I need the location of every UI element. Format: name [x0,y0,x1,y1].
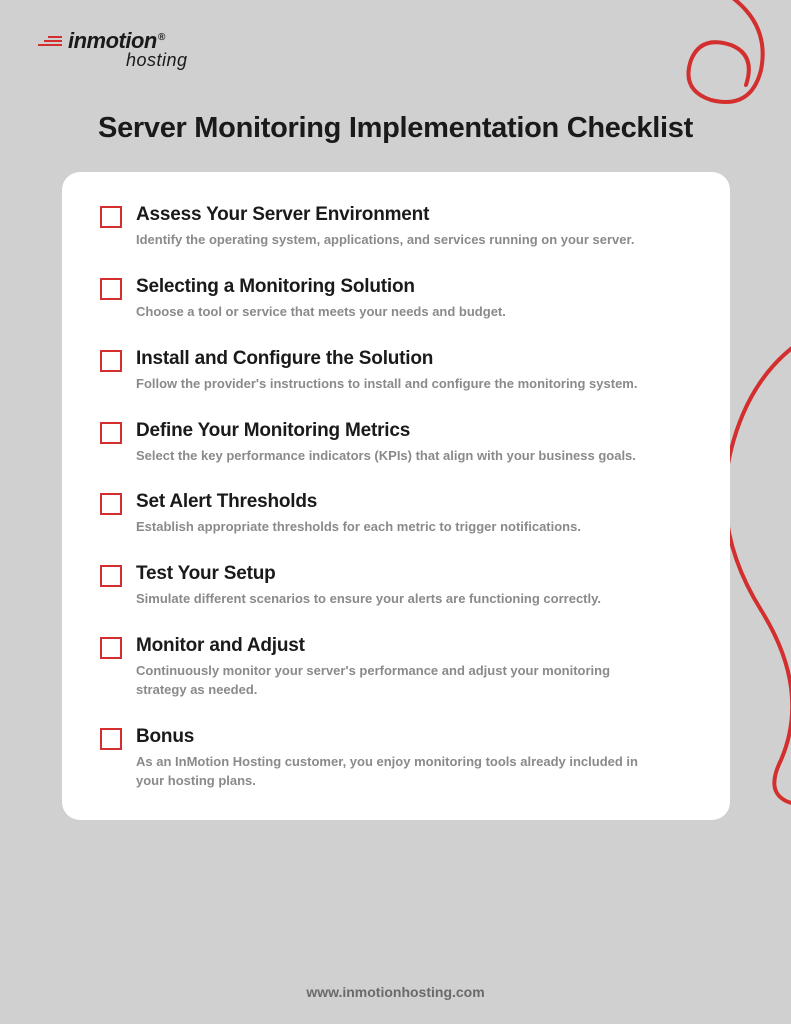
checkbox[interactable] [100,278,122,300]
item-desc: Establish appropriate thresholds for eac… [136,518,646,537]
checklist-item: Test Your Setup Simulate different scena… [100,563,692,609]
checklist-card: Assess Your Server Environment Identify … [62,172,730,820]
checklist-item: Define Your Monitoring Metrics Select th… [100,420,692,466]
item-desc: Simulate different scenarios to ensure y… [136,590,646,609]
item-title: Bonus [136,726,692,748]
item-title: Assess Your Server Environment [136,204,692,226]
item-desc: Choose a tool or service that meets your… [136,303,646,322]
checkbox[interactable] [100,422,122,444]
item-title: Install and Configure the Solution [136,348,692,370]
item-content: Bonus As an InMotion Hosting customer, y… [136,726,692,791]
item-desc: Identify the operating system, applicati… [136,231,646,250]
page-title: Server Monitoring Implementation Checkli… [0,112,791,145]
item-desc: Follow the provider's instructions to in… [136,375,646,394]
item-title: Selecting a Monitoring Solution [136,276,692,298]
item-content: Install and Configure the Solution Follo… [136,348,692,394]
checkbox[interactable] [100,728,122,750]
item-desc: As an InMotion Hosting customer, you enj… [136,753,646,791]
item-title: Define Your Monitoring Metrics [136,420,692,442]
checkbox[interactable] [100,565,122,587]
item-content: Selecting a Monitoring Solution Choose a… [136,276,692,322]
footer-url: www.inmotionhosting.com [0,984,791,1000]
logo-sub-text: hosting [126,50,188,71]
checkbox[interactable] [100,350,122,372]
item-title: Set Alert Thresholds [136,491,692,513]
item-content: Set Alert Thresholds Establish appropria… [136,491,692,537]
checkbox[interactable] [100,206,122,228]
item-content: Test Your Setup Simulate different scena… [136,563,692,609]
checklist-item: Assess Your Server Environment Identify … [100,204,692,250]
item-desc: Continuously monitor your server's perfo… [136,662,646,700]
checklist-item: Set Alert Thresholds Establish appropria… [100,491,692,537]
item-title: Monitor and Adjust [136,635,692,657]
logo-speed-lines-icon [38,36,62,46]
checklist-item: Selecting a Monitoring Solution Choose a… [100,276,692,322]
item-title: Test Your Setup [136,563,692,585]
item-desc: Select the key performance indicators (K… [136,447,646,466]
checklist-item: Install and Configure the Solution Follo… [100,348,692,394]
item-content: Monitor and Adjust Continuously monitor … [136,635,692,700]
checkbox[interactable] [100,637,122,659]
item-content: Define Your Monitoring Metrics Select th… [136,420,692,466]
checkbox[interactable] [100,493,122,515]
logo: inmotion® hosting [38,28,188,71]
checklist-item: Bonus As an InMotion Hosting customer, y… [100,726,692,791]
item-content: Assess Your Server Environment Identify … [136,204,692,250]
checklist-item: Monitor and Adjust Continuously monitor … [100,635,692,700]
